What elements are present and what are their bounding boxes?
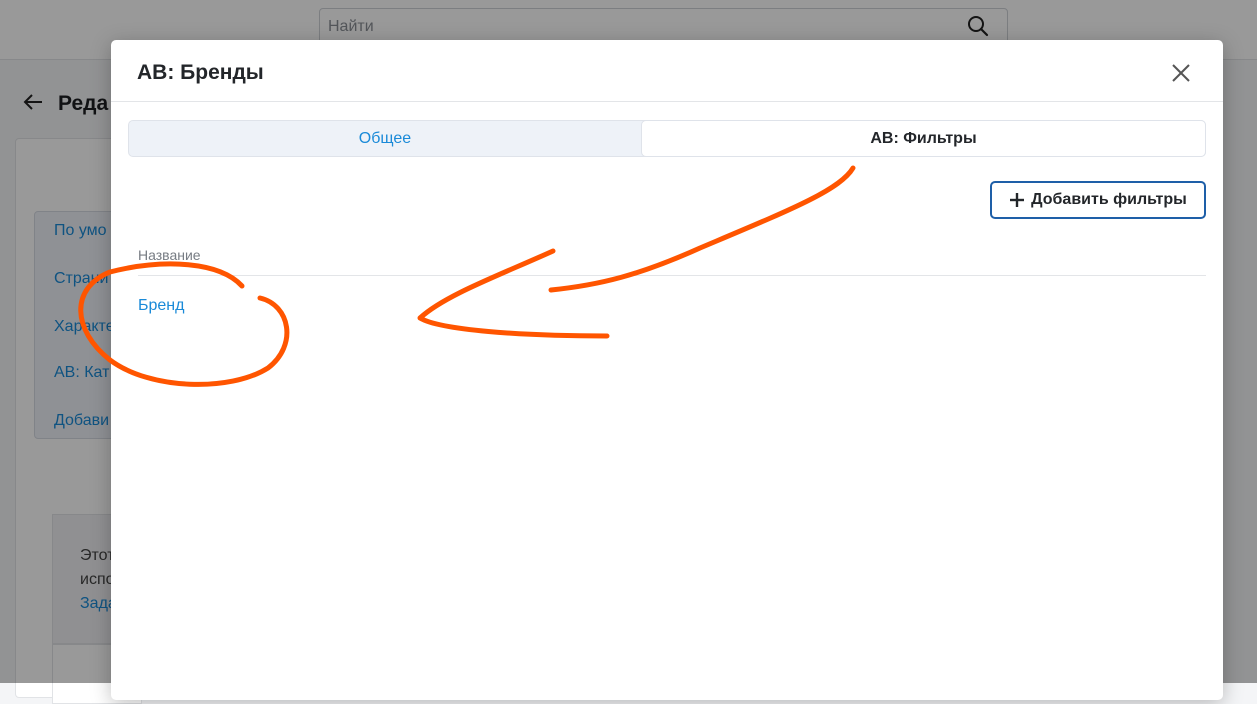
brands-modal: АВ: Бренды Общее АВ: Фильтры Добавить фи…: [111, 40, 1223, 700]
table-divider: [138, 275, 1206, 276]
table-row-link[interactable]: Бренд: [138, 297, 184, 315]
close-icon: [1171, 63, 1191, 83]
column-header-name: Название: [138, 247, 201, 263]
tab-general[interactable]: Общее: [129, 121, 641, 156]
modal-tabs: Общее АВ: Фильтры: [128, 120, 1206, 157]
close-button[interactable]: [1167, 59, 1195, 87]
add-filters-button[interactable]: Добавить фильтры: [990, 181, 1206, 219]
modal-header: АВ: Бренды: [111, 40, 1223, 102]
modal-title: АВ: Бренды: [137, 61, 264, 85]
add-filters-label: Добавить фильтры: [1031, 191, 1187, 209]
tab-filters[interactable]: АВ: Фильтры: [641, 120, 1206, 157]
plus-icon: [1009, 192, 1025, 208]
